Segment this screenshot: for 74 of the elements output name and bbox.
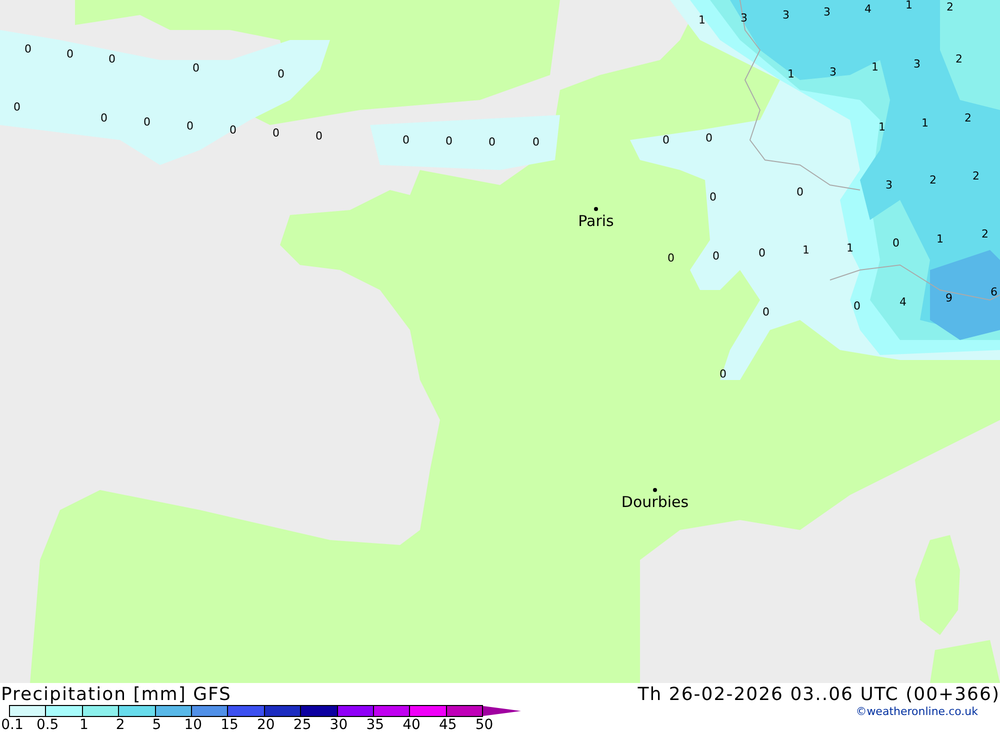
scale-label: 5 [151, 717, 162, 733]
scale-label: 35 [365, 717, 386, 733]
precipitation-value: 0 [710, 192, 716, 202]
precipitation-value: 0 [24, 44, 32, 54]
precipitation-value: 3 [782, 10, 790, 20]
credit-link[interactable]: ©weatheronline.co.uk [856, 704, 978, 718]
precipitation-value: 0 [762, 306, 770, 318]
scale-label: 25 [292, 717, 312, 733]
precipitation-value: 4 [864, 4, 872, 14]
precipitation-value: 0 [14, 102, 20, 112]
precipitation-value: 3 [886, 180, 892, 190]
precipitation-value: 1 [788, 68, 794, 80]
scale-label: 40 [402, 717, 422, 733]
precipitation-value: 0 [186, 120, 194, 132]
precipitation-value: 0 [720, 368, 726, 380]
precipitation-value: 1 [846, 242, 854, 254]
legend-title: Precipitation [mm] GFS [1, 684, 232, 704]
scale-label: 1 [78, 717, 90, 733]
precipitation-value: 1 [802, 244, 810, 256]
scale-label: 20 [256, 717, 276, 733]
precipitation-value: 1 [922, 118, 928, 128]
precipitation-value: 0 [278, 68, 284, 80]
precipitation-value: 1 [698, 14, 706, 26]
valid-time: Th 26-02-2026 03..06 UTC (00+366) [638, 684, 1000, 704]
precipitation-value: 2 [982, 228, 988, 240]
precipitation-value: 2 [956, 54, 962, 64]
precipitation-value: 2 [930, 174, 936, 186]
precipitation-value: 4 [900, 296, 906, 308]
precipitation-value: 0 [706, 132, 712, 144]
precipitation-value: 0 [446, 136, 452, 146]
precipitation-value: 2 [964, 112, 972, 124]
precipitation-value: 6 [990, 286, 998, 298]
city-marker-icon [653, 488, 657, 492]
precipitation-value: 1 [936, 234, 944, 244]
precipitation-value: 0 [100, 112, 108, 124]
scale-label: 2 [114, 717, 126, 733]
precipitation-value: 0 [668, 252, 674, 264]
precipitation-value: 0 [230, 124, 236, 136]
precipitation-value: 9 [946, 292, 952, 304]
scale-label: 0.5 [35, 717, 60, 733]
scale-label: 10 [183, 717, 204, 733]
precipitation-value: 3 [830, 66, 836, 78]
precipitation-value: 2 [946, 2, 954, 12]
precipitation-value: 1 [906, 0, 912, 10]
city-label: Paris [578, 213, 614, 229]
precipitation-value: 1 [878, 122, 886, 132]
precipitation-value: 0 [892, 238, 900, 248]
scale-label: 15 [220, 717, 240, 733]
precipitation-value: 0 [402, 134, 410, 146]
precipitation-value: 3 [914, 58, 920, 70]
precipitation-value: 0 [66, 48, 74, 60]
precipitation-value: 0 [108, 54, 116, 64]
scale-label: 30 [328, 717, 349, 733]
precipitation-value: 0 [854, 300, 860, 312]
precipitation-value: 0 [488, 136, 496, 148]
precipitation-value: 3 [740, 12, 748, 24]
precipitation-value: 0 [192, 62, 200, 74]
scale-arrow-icon [483, 706, 522, 716]
scale-label: 45 [438, 717, 458, 733]
precipitation-value: 0 [532, 136, 540, 148]
precipitation-value: 0 [662, 134, 670, 146]
precipitation-value: 2 [972, 170, 980, 182]
scale-label: 0.1 [0, 717, 24, 733]
precipitation-value: 0 [316, 130, 322, 142]
scale-label: 50 [474, 717, 494, 733]
precipitation-value: 0 [758, 248, 766, 258]
precipitation-value: 0 [272, 128, 280, 138]
precipitation-value: 0 [144, 116, 150, 128]
precipitation-value: 3 [824, 6, 830, 18]
precipitation-value: 1 [872, 62, 878, 72]
city-label: Dourbies [621, 494, 689, 510]
precipitation-value: 0 [712, 250, 720, 262]
precipitation-value: 0 [796, 186, 804, 198]
city-marker-icon [594, 207, 598, 211]
